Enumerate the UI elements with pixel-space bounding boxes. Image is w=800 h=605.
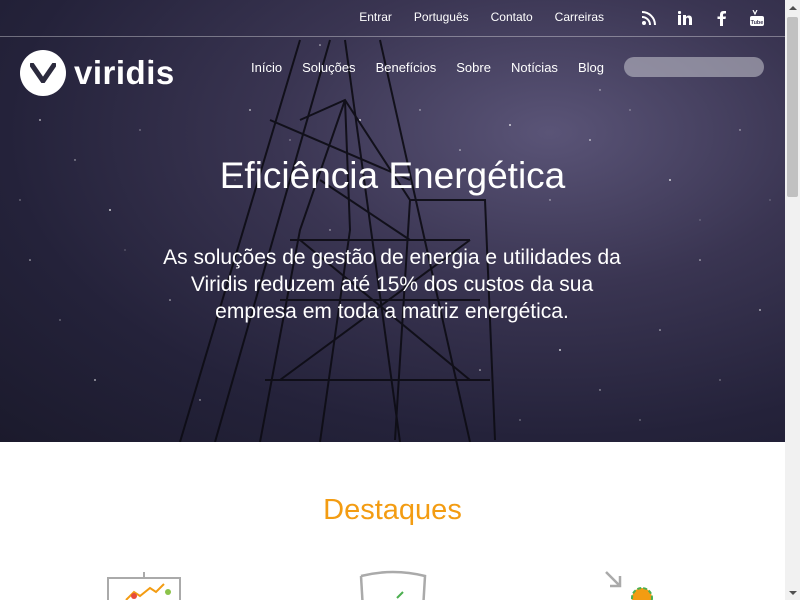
nav-solucoes[interactable]: Soluções: [302, 60, 355, 75]
scroll-down-arrow-icon[interactable]: [785, 585, 800, 600]
search-input[interactable]: [624, 57, 764, 77]
top-links: Entrar Português Contato Carreiras: [337, 10, 604, 24]
contact-link[interactable]: Contato: [491, 10, 533, 24]
main-navigation: Início Soluções Benefícios Sobre Notícia…: [251, 60, 624, 75]
highlight-shield-icon: [357, 570, 437, 605]
youtube-icon[interactable]: Tube: [747, 8, 767, 28]
hero-subtitle: As soluções de gestão de energia e utili…: [163, 246, 621, 323]
rss-icon[interactable]: [639, 8, 659, 28]
section-title: Destaques: [323, 494, 462, 526]
viridis-logo[interactable]: viridis: [20, 50, 175, 96]
highlight-gear-icon: [604, 570, 684, 605]
linkedin-icon[interactable]: [675, 8, 695, 28]
nav-noticias[interactable]: Notícias: [511, 60, 558, 75]
scrollbar-thumb[interactable]: [787, 17, 798, 197]
login-link[interactable]: Entrar: [359, 10, 392, 24]
highlight-chart-icon: [106, 570, 186, 605]
hero-banner: Entrar Português Contato Carreiras Tube …: [0, 0, 785, 442]
nav-sobre[interactable]: Sobre: [456, 60, 491, 75]
logo-text: viridis: [74, 54, 175, 91]
logo-mark: [20, 50, 66, 96]
language-link[interactable]: Português: [414, 10, 469, 24]
top-utility-bar: Entrar Português Contato Carreiras Tube: [0, 0, 785, 37]
careers-link[interactable]: Carreiras: [555, 10, 604, 24]
nav-beneficios[interactable]: Benefícios: [376, 60, 437, 75]
social-links: Tube: [623, 8, 767, 28]
nav-inicio[interactable]: Início: [251, 60, 282, 75]
hero-title: Eficiência Energética: [219, 155, 566, 196]
svg-text:Tube: Tube: [751, 20, 764, 26]
facebook-icon[interactable]: [711, 8, 731, 28]
scroll-up-arrow-icon[interactable]: [785, 0, 800, 15]
nav-blog[interactable]: Blog: [578, 60, 604, 75]
vertical-scrollbar[interactable]: [785, 0, 800, 600]
